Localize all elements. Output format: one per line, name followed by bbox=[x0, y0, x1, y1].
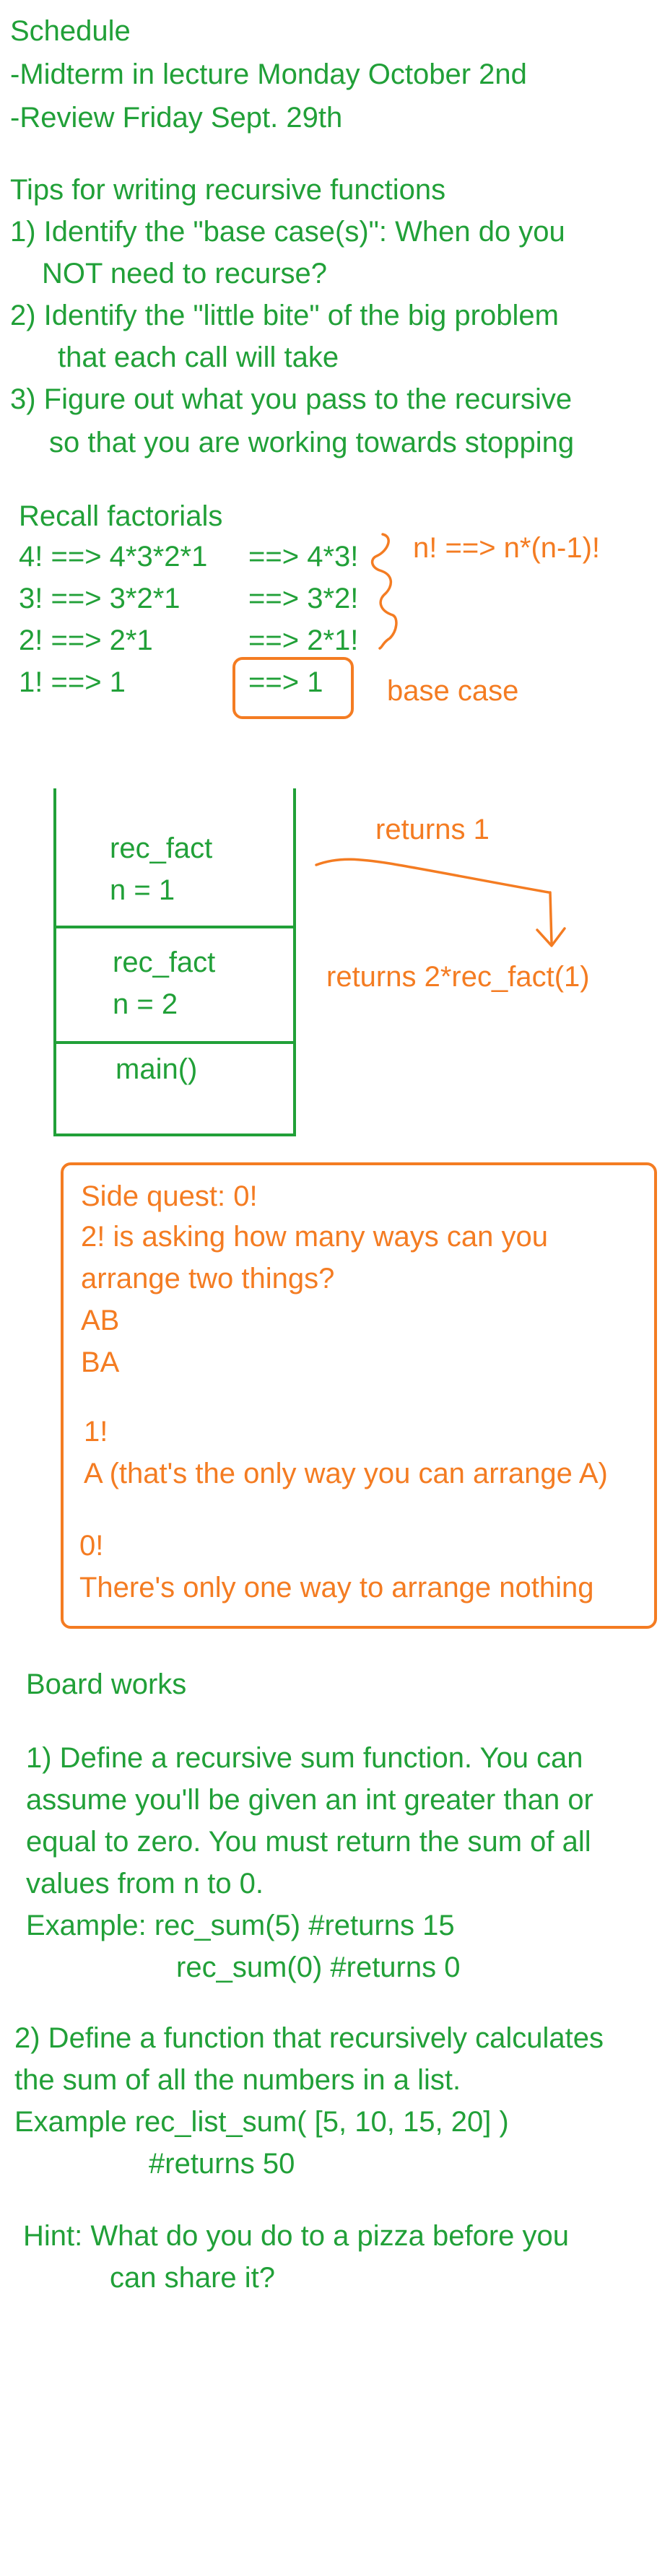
annotation-strokes bbox=[315, 533, 566, 947]
curly-brace bbox=[370, 533, 398, 650]
return-arrow-shaft bbox=[549, 891, 553, 944]
return-arrow-line bbox=[315, 858, 550, 894]
